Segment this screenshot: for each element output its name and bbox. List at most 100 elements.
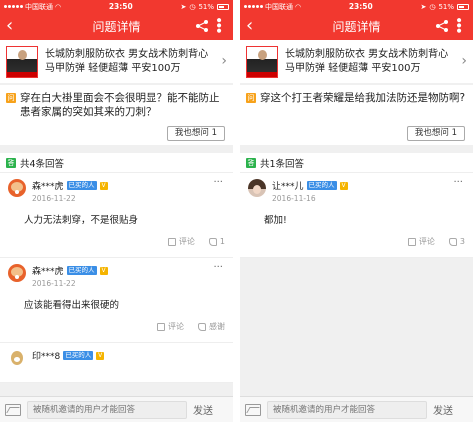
comment-button[interactable]: 评论	[167, 236, 195, 247]
question-section: 问 穿这个打王者荣耀是给我加法防还是物防啊? 我也想问 1	[240, 85, 473, 145]
question-badge: 问	[246, 93, 256, 103]
avatar[interactable]	[8, 349, 26, 367]
buyer-badge: 已买的人	[66, 181, 97, 190]
answer-badge: 答	[246, 157, 256, 168]
answers-count: 共4条回答	[20, 158, 65, 170]
comment-icon	[407, 237, 416, 246]
image-icon[interactable]	[245, 403, 261, 416]
buyer-badge: 已买的人	[306, 181, 337, 190]
status-bar: 中国联通 ◠ 23:50 ➤ ◷ 51%	[0, 0, 233, 13]
more-options-icon[interactable]: ···	[213, 262, 223, 273]
send-button[interactable]: 发送	[433, 402, 453, 417]
more-icon[interactable]: •••	[450, 16, 466, 32]
buyer-badge: 已买的人	[63, 351, 94, 360]
status-right: ➤ ◷ 51%	[420, 3, 469, 11]
answers-header: 答 共4条回答	[0, 153, 233, 173]
product-thumbnail	[6, 45, 38, 78]
vip-badge: V	[96, 351, 105, 360]
thank-button[interactable]: 感谢	[198, 321, 225, 332]
user-name: 森***虎	[32, 182, 64, 192]
me-too-count: 1	[451, 128, 457, 138]
status-time: 23:50	[348, 2, 373, 11]
answer-text: 应该能看得出来很硬的	[24, 300, 120, 311]
back-icon[interactable]: ‹	[246, 17, 253, 35]
location-icon: ➤	[180, 2, 187, 11]
thank-label: 感谢	[209, 322, 225, 331]
user-name: 让***儿	[272, 182, 304, 192]
send-button[interactable]: 发送	[193, 402, 213, 417]
vip-badge: V	[99, 181, 108, 190]
reply-input[interactable]	[267, 400, 427, 419]
status-time: 23:50	[108, 2, 133, 11]
answer-item: 森***虎 已买的人 V 2016-11-22 ··· 人力无法刺穿，不是很贴身…	[0, 173, 233, 258]
navbar: ‹ 问题详情 •••	[0, 13, 233, 40]
thumbs-up-icon	[448, 237, 457, 246]
me-too-count: 1	[211, 128, 217, 138]
me-too-label: 我也想问	[414, 128, 449, 138]
question-badge: 问	[6, 93, 16, 103]
comment-button[interactable]: 评论	[407, 236, 435, 247]
comment-label: 评论	[178, 237, 195, 246]
right-screen: 中国联通 ◠ 23:50 ➤ ◷ 51% ‹ 问题详情 ••• 长城防刺服防砍衣…	[240, 0, 473, 422]
like-count: 3	[459, 237, 465, 246]
carrier: 中国联通 ◠	[244, 2, 301, 12]
header: 中国联通 ◠ 23:50 ➤ ◷ 51% ‹ 问题详情 •••	[0, 0, 233, 40]
answer-text: 都加!	[264, 215, 287, 226]
like-button[interactable]: 3	[448, 236, 465, 247]
comment-button[interactable]: 评论	[157, 321, 184, 332]
signal-icon	[244, 5, 263, 8]
comment-icon	[157, 322, 165, 331]
me-too-button[interactable]: 我也想问 1	[166, 126, 225, 141]
chevron-right-icon: ›	[461, 53, 467, 69]
battery-percent: 51%	[198, 2, 214, 11]
more-options-icon[interactable]: ···	[213, 177, 223, 188]
more-options-icon[interactable]: ···	[453, 177, 463, 188]
answer-date: 2016-11-16	[272, 194, 316, 203]
more-icon[interactable]: •••	[210, 16, 226, 32]
share-icon[interactable]	[195, 19, 209, 33]
me-too-button[interactable]: 我也想问 1	[406, 126, 465, 141]
vip-badge: V	[99, 266, 108, 275]
carrier-label: 中国联通	[25, 2, 53, 11]
answer-date: 2016-11-22	[32, 279, 76, 288]
answers-header: 答 共1条回答	[240, 153, 473, 173]
battery-icon	[457, 3, 469, 10]
carrier-label: 中国联通	[265, 2, 293, 11]
product-card[interactable]: 长城防刺服防砍衣 男女战术防刺背心马甲防弹 轻便超薄 平安100万 ›	[0, 40, 233, 83]
thumbs-up-icon	[198, 322, 206, 331]
location-icon: ➤	[420, 2, 427, 11]
comment-icon	[167, 237, 176, 246]
user-name: 印***8	[32, 352, 61, 362]
avatar[interactable]	[248, 179, 266, 197]
left-screen: 中国联通 ◠ 23:50 ➤ ◷ 51% ‹ 问题详情 ••• 长城防刺服防砍衣…	[0, 0, 233, 422]
image-icon[interactable]	[5, 403, 21, 416]
alarm-icon: ◷	[189, 2, 196, 11]
like-button[interactable]: 1	[208, 236, 225, 247]
me-too-label: 我也想问	[174, 128, 209, 138]
alarm-icon: ◷	[429, 2, 436, 11]
comment-label: 评论	[168, 322, 184, 331]
back-icon[interactable]: ‹	[6, 17, 13, 35]
like-count: 1	[219, 237, 225, 246]
product-thumbnail	[246, 45, 278, 78]
product-card[interactable]: 长城防刺服防砍衣 男女战术防刺背心马甲防弹 轻便超薄 平安100万 ›	[240, 40, 473, 83]
status-right: ➤ ◷ 51%	[180, 3, 229, 11]
answers-count: 共1条回答	[260, 158, 305, 170]
answer-badge: 答	[6, 157, 16, 168]
comment-label: 评论	[418, 237, 435, 246]
avatar[interactable]	[8, 264, 26, 282]
battery-percent: 51%	[438, 2, 454, 11]
question-text: 穿在白大褂里面会不会很明显？能不能防止患者家属的突如其来的刀刺？	[20, 92, 220, 118]
signal-icon	[4, 5, 23, 8]
reply-input[interactable]	[27, 400, 187, 419]
chevron-right-icon: ›	[221, 53, 227, 69]
answer-item: 让***儿 已买的人 V 2016-11-16 ··· 都加! 评论 3	[240, 173, 473, 258]
answer-date: 2016-11-22	[32, 194, 76, 203]
question-section: 问 穿在白大褂里面会不会很明显？能不能防止患者家属的突如其来的刀刺？ 我也想问 …	[0, 85, 233, 145]
battery-icon	[217, 3, 229, 10]
avatar[interactable]	[8, 179, 26, 197]
status-bar: 中国联通 ◠ 23:50 ➤ ◷ 51%	[240, 0, 473, 13]
product-title: 长城防刺服防砍衣 男女战术防刺背心马甲防弹 轻便超薄 平安100万	[45, 48, 209, 74]
reply-bar: 发送	[0, 396, 233, 422]
share-icon[interactable]	[435, 19, 449, 33]
